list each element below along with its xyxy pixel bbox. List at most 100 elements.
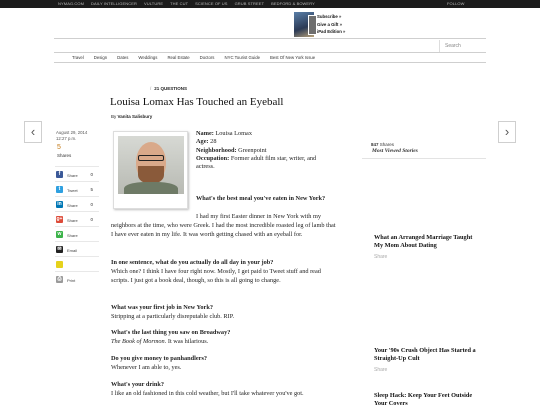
qa-answer: Stripping at a particularly disreputable… <box>111 312 235 320</box>
qa-answer-title: The Book of Mormon <box>111 337 165 345</box>
qa-item: What's the best meal you've eaten in New… <box>196 195 336 204</box>
article-title: Louisa Lomax Has Touched an Eyeball <box>110 96 284 108</box>
network-link-bedford-bowery[interactable]: BEDFORD & BOWERY <box>271 1 315 6</box>
kicker-label: 21 QUESTIONS <box>154 86 188 91</box>
subscribe-link[interactable]: Subscribe » <box>317 13 345 21</box>
byline-prefix: By <box>111 114 117 119</box>
print-icon: ⎙ <box>56 276 63 283</box>
bio-age: 28 <box>210 138 217 146</box>
article-dateline: August 29, 2014 12:27 p.m. <box>56 130 87 142</box>
comment-button[interactable] <box>55 256 99 271</box>
share-label: Share <box>67 233 78 238</box>
qa-question: What was your first job in New York? <box>111 304 213 311</box>
most-viewed-item[interactable]: Sleep Hack: Keep Your Feet Outside Your … <box>374 392 478 405</box>
bio-name-label: Name: <box>196 130 214 137</box>
network-link-grub-street[interactable]: GRUB STREET <box>235 1 265 6</box>
share-label: Email <box>67 248 78 253</box>
most-viewed-title[interactable]: What an Arranged Marriage Taught My Mom … <box>374 234 478 250</box>
facebook-icon: f <box>56 171 63 178</box>
share-whatsapp-button[interactable]: w Share <box>55 226 99 241</box>
qa-answer: Whenever I am able to, yes. <box>111 363 182 371</box>
share-email-button[interactable]: ✉ Email <box>55 241 99 256</box>
divider <box>54 38 486 39</box>
email-icon: ✉ <box>56 246 63 253</box>
share-linkedin-button[interactable]: in Share 0 <box>55 196 99 211</box>
nav-item-doctors[interactable]: Doctors <box>200 55 215 60</box>
share-label: Share <box>67 173 78 178</box>
follow-link[interactable]: FOLLOW <box>447 1 465 6</box>
share-toolbar: f Share 0 t Tweet 5 in Share 0 g+ Share … <box>55 166 99 286</box>
share-facebook-button[interactable]: f Share 0 <box>55 166 99 181</box>
share-count-label: Shares <box>57 153 72 158</box>
nav-item-tourist-guide[interactable]: NYC Tourist Guide <box>224 55 260 60</box>
qa-question: In one sentence, what do you actually do… <box>111 259 274 266</box>
share-label: Share <box>67 218 78 223</box>
divider <box>362 158 486 159</box>
nav-item-weddings[interactable]: Weddings <box>138 55 157 60</box>
article-kicker[interactable]: /21 QUESTIONS <box>150 86 187 91</box>
most-viewed-item[interactable]: What an Arranged Marriage Taught My Mom … <box>374 234 478 260</box>
network-link-the-cut[interactable]: THE CUT <box>170 1 188 6</box>
portrait-photo <box>113 131 188 209</box>
byline-author[interactable]: Vanita Salisbury <box>118 114 153 119</box>
network-link-daily-intelligencer[interactable]: DAILY INTELLIGENCER <box>91 1 137 6</box>
network-link-science-of-us[interactable]: SCIENCE OF US <box>195 1 227 6</box>
comment-icon <box>56 261 63 268</box>
most-viewed-item[interactable]: Your '90s Crush Object Has Started a Str… <box>374 347 478 373</box>
section-nav: Travel Design Dates Weddings Real Estate… <box>72 55 315 60</box>
subscribe-promo: Subscribe » Give a Gift » iPad Edition » <box>294 12 358 37</box>
bio-name: Louisa Lomax <box>215 130 252 137</box>
top-bar: NYMAG.COM DAILY INTELLIGENCER VULTURE TH… <box>0 0 540 8</box>
bio-neighborhood-label: Neighborhood: <box>196 146 237 154</box>
byline: By Vanita Salisbury <box>111 114 152 119</box>
most-viewed-title[interactable]: Sleep Hack: Keep Your Feet Outside Your … <box>374 392 478 405</box>
network-links: NYMAG.COM DAILY INTELLIGENCER VULTURE TH… <box>58 1 315 6</box>
chevron-left-icon: ‹ <box>30 124 36 139</box>
qa-answer: I had my first Easter dinner in New York… <box>111 213 336 238</box>
print-button[interactable]: ⎙ Print <box>55 271 99 286</box>
network-link-vulture[interactable]: VULTURE <box>144 1 163 6</box>
most-viewed-share[interactable]: Share <box>374 367 478 373</box>
googleplus-icon: g+ <box>56 216 63 223</box>
share-twitter-button[interactable]: t Tweet 5 <box>55 181 99 196</box>
qa-item: What's your drink? I like an old fashion… <box>111 381 336 399</box>
search-input[interactable]: Search <box>439 40 486 52</box>
nav-item-travel[interactable]: Travel <box>72 55 84 60</box>
qa-question: What's the best meal you've eaten in New… <box>196 195 326 202</box>
article-time: 12:27 p.m. <box>56 136 77 141</box>
chevron-right-icon: › <box>504 124 510 139</box>
share-count: 0 <box>90 202 93 207</box>
nav-item-design[interactable]: Design <box>94 55 107 60</box>
qa-question: Do you give money to panhandlers? <box>111 355 208 362</box>
most-viewed-title: Most Viewed Stories <box>372 148 418 154</box>
share-label: Share <box>67 203 78 208</box>
most-viewed-title[interactable]: Your '90s Crush Object Has Started a Str… <box>374 347 478 363</box>
qa-item: Do you give money to panhandlers? Whenev… <box>111 355 336 373</box>
network-link-nymag[interactable]: NYMAG.COM <box>58 1 84 6</box>
divider <box>54 62 486 63</box>
qa-item: What was your first job in New York? Str… <box>111 304 336 322</box>
give-gift-link[interactable]: Give a Gift » <box>317 21 345 29</box>
most-viewed-share[interactable]: Share <box>374 254 478 260</box>
search-placeholder: Search <box>445 43 461 49</box>
qa-answer: Which one? I think I have four right now… <box>111 267 321 284</box>
share-googleplus-button[interactable]: g+ Share 0 <box>55 211 99 226</box>
whatsapp-icon: w <box>56 231 63 238</box>
qa-answer-block: I had my first Easter dinner in New York… <box>111 213 336 239</box>
nav-item-best-of-ny[interactable]: Best Of New York Issue <box>270 55 315 60</box>
next-article-button[interactable]: › <box>498 121 516 143</box>
nav-item-real-estate[interactable]: Real Estate <box>167 55 189 60</box>
linkedin-icon: in <box>56 201 63 208</box>
previous-article-button[interactable]: ‹ <box>24 121 42 143</box>
share-count: 5 <box>57 144 61 151</box>
qa-answer: I like an old fashioned in this cold wea… <box>111 389 304 397</box>
qa-question: What's the last thing you saw on Broadwa… <box>111 329 231 336</box>
kicker-slash: / <box>150 86 152 91</box>
ipad-edition-link[interactable]: iPad Edition » <box>317 28 345 36</box>
bio-occupation-label: Occupation: <box>196 154 230 162</box>
share-label: Print <box>67 278 76 283</box>
share-count: 5 <box>90 187 93 192</box>
qa-question: What's your drink? <box>111 381 165 388</box>
portrait-image <box>118 136 184 194</box>
nav-item-dates[interactable]: Dates <box>117 55 128 60</box>
